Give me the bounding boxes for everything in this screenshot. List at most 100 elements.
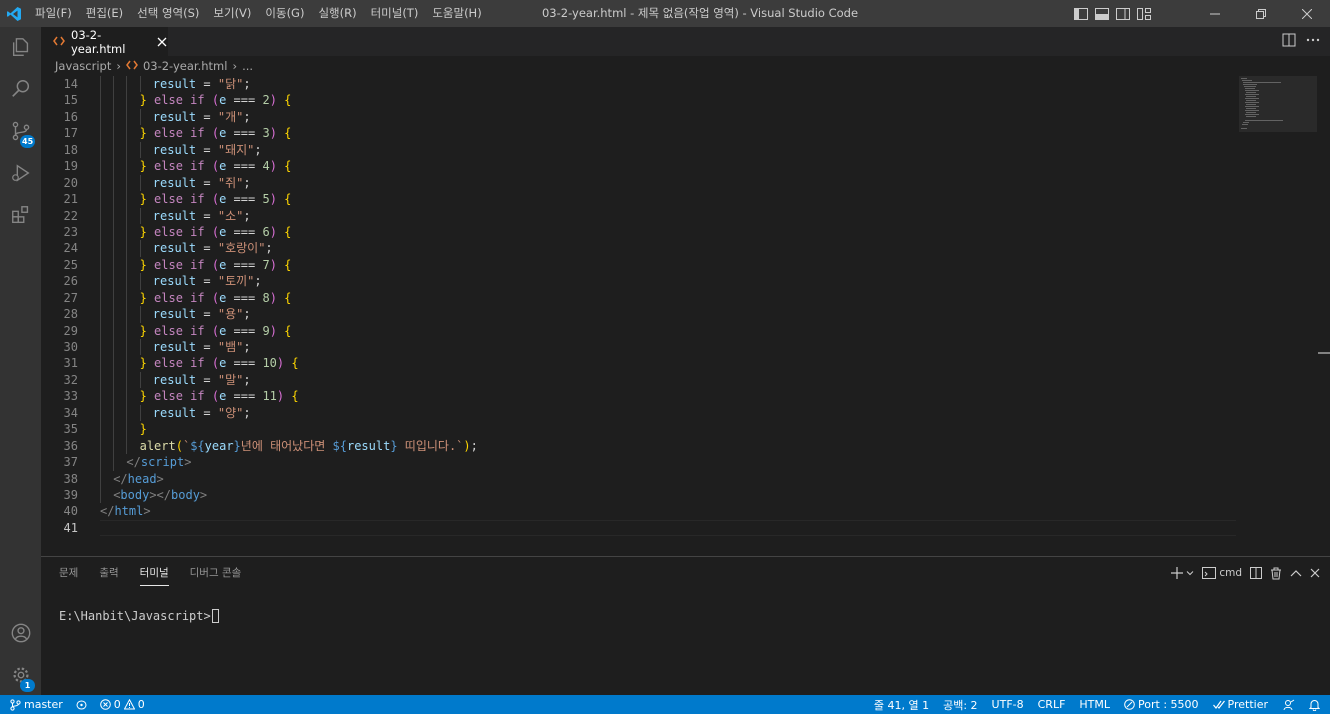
branch-status[interactable]: master	[10, 698, 63, 711]
accounts-icon[interactable]	[0, 613, 41, 653]
indent-guide	[126, 421, 128, 438]
toggle-secondary-sidebar-icon[interactable]	[1115, 6, 1131, 22]
live-server-status[interactable]: Port : 5500	[1124, 698, 1199, 711]
customize-layout-icon[interactable]	[1136, 6, 1152, 22]
code-line[interactable]: result = "뱀";	[100, 339, 1236, 356]
minimap[interactable]	[1239, 76, 1317, 132]
code-line[interactable]: } else if (e === 11) {	[100, 388, 1236, 405]
notifications-bell-icon[interactable]	[1309, 699, 1320, 711]
terminal-output[interactable]: E:\Hanbit\Javascript>	[59, 609, 219, 623]
indent-guide	[126, 256, 128, 274]
split-editor-icon[interactable]	[1282, 33, 1296, 50]
toggle-primary-sidebar-icon[interactable]	[1073, 6, 1089, 22]
indent-guide	[100, 240, 101, 257]
menu-selection[interactable]: 선택 영역(S)	[130, 0, 206, 27]
code-line[interactable]: } else if (e === 9) {	[100, 322, 1236, 339]
new-terminal-button[interactable]	[1171, 567, 1194, 579]
menu-file[interactable]: 파일(F)	[28, 0, 79, 27]
menu-edit[interactable]: 편집(E)	[79, 0, 130, 27]
breadcrumb-more[interactable]: ...	[242, 59, 253, 73]
code-area[interactable]: result = "닭";} else if (e === 2) {result…	[100, 76, 1236, 537]
close-window-icon[interactable]	[1284, 0, 1330, 27]
menu-terminal[interactable]: 터미널(T)	[364, 0, 426, 27]
code-line[interactable]: result = "닭";	[100, 76, 1236, 93]
code-line[interactable]: } else if (e === 5) {	[100, 191, 1236, 208]
line-number: 19	[63, 159, 78, 174]
tab-problems[interactable]: 문제	[59, 566, 78, 586]
code-line[interactable]: </head>	[100, 470, 1236, 487]
menu-view[interactable]: 보기(V)	[206, 0, 258, 27]
code-editor[interactable]: 14 15 16 17 18 19 20 21 22 23 24 25 26 27 28 29 30 31 32 33…	[41, 76, 1330, 556]
close-panel-icon[interactable]	[1310, 568, 1320, 578]
menu-help[interactable]: 도움말(H)	[425, 0, 488, 27]
code-line[interactable]: } else if (e === 4) {	[100, 158, 1236, 175]
language-mode-status[interactable]: HTML	[1079, 698, 1110, 711]
trash-icon[interactable]	[1270, 567, 1282, 580]
code-line[interactable]: result = "개";	[100, 108, 1236, 126]
tab-output[interactable]: 출력	[99, 566, 118, 586]
code-line[interactable]: } else if (e === 10) {	[100, 355, 1236, 372]
code-line[interactable]: result = "토끼";	[100, 273, 1236, 290]
breadcrumb-file[interactable]: 03-2-year.html	[126, 59, 227, 73]
menu-run[interactable]: 실행(R)	[311, 0, 363, 27]
restore-icon[interactable]	[1238, 0, 1284, 27]
code-line[interactable]: result = "소";	[100, 207, 1236, 224]
terminal-profile[interactable]: cmd	[1202, 567, 1242, 579]
explorer-icon[interactable]	[0, 27, 41, 67]
encoding-status[interactable]: UTF-8	[992, 698, 1024, 711]
problems-status[interactable]: 0 0	[99, 698, 145, 711]
line-number: 34	[63, 405, 78, 420]
eol-status[interactable]: CRLF	[1038, 698, 1066, 711]
code-line[interactable]: result = "돼지";	[100, 141, 1236, 159]
code-line[interactable]: } else if (e === 2) {	[100, 92, 1236, 109]
code-line[interactable]: result = "호랑이";	[100, 240, 1236, 257]
line-number: 20	[63, 175, 78, 190]
title-bar: 파일(F) 편집(E) 선택 영역(S) 보기(V) 이동(G) 실행(R) 터…	[0, 0, 1330, 27]
search-icon[interactable]	[0, 69, 41, 109]
minimize-icon[interactable]	[1192, 0, 1238, 27]
indent-guide	[100, 92, 101, 109]
feedback-icon[interactable]	[1282, 699, 1295, 711]
code-line[interactable]	[100, 519, 1236, 537]
code-line[interactable]: </html>	[100, 503, 1236, 519]
manage-gear-icon[interactable]: 1	[0, 655, 41, 695]
code-token: year	[204, 438, 234, 453]
code-line[interactable]: result = "말";	[100, 371, 1236, 389]
maximize-panel-icon[interactable]	[1290, 569, 1302, 577]
toggle-panel-icon[interactable]	[1094, 6, 1110, 22]
line-number: 35	[63, 422, 78, 437]
tab-debug-console[interactable]: 디버그 콘솔	[190, 566, 242, 586]
breadcrumb-folder[interactable]: Javascript	[55, 59, 111, 73]
code-line[interactable]: <body></body>	[100, 486, 1236, 504]
source-control-icon[interactable]: 45	[0, 111, 41, 151]
indent-guide	[126, 76, 128, 93]
code-line[interactable]: } else if (e === 6) {	[100, 223, 1236, 241]
code-line[interactable]: }	[100, 421, 1236, 438]
code-line[interactable]: alert(`${year}년에 태어났다면 ${result} 띠입니다.`)…	[100, 437, 1236, 455]
layout-controls	[1073, 0, 1152, 27]
menu-go[interactable]: 이동(G)	[258, 0, 311, 27]
code-line[interactable]: result = "쥐";	[100, 174, 1236, 192]
extensions-icon[interactable]	[0, 195, 41, 235]
run-debug-icon[interactable]	[0, 153, 41, 193]
tab-terminal[interactable]: 터미널	[139, 566, 169, 586]
code-token: else if	[146, 126, 212, 141]
code-token: ===	[226, 224, 263, 239]
code-line[interactable]: } else if (e === 8) {	[100, 289, 1236, 307]
cursor-position-status[interactable]: 줄 41, 열 1	[874, 697, 929, 713]
split-terminal-icon[interactable]	[1250, 567, 1262, 579]
code-line[interactable]: result = "양";	[100, 404, 1236, 422]
code-token: =	[196, 175, 218, 190]
status-bar: master 0 0 줄 41, 열 1 공백: 2 UTF-8 CRLF HT…	[0, 695, 1330, 714]
code-line[interactable]: result = "용";	[100, 306, 1236, 323]
code-line[interactable]: </script>	[100, 454, 1236, 471]
tab-close-icon[interactable]	[156, 35, 169, 49]
code-line[interactable]: } else if (e === 7) {	[100, 256, 1236, 274]
sync-icon[interactable]	[75, 700, 88, 710]
indent-guide	[113, 256, 115, 274]
more-actions-icon[interactable]	[1306, 33, 1320, 50]
indentation-status[interactable]: 공백: 2	[943, 697, 977, 713]
code-line[interactable]: } else if (e === 3) {	[100, 125, 1236, 142]
tab-03-2-year-html[interactable]: 03-2-year.html	[41, 27, 168, 56]
prettier-status[interactable]: Prettier	[1212, 698, 1268, 711]
